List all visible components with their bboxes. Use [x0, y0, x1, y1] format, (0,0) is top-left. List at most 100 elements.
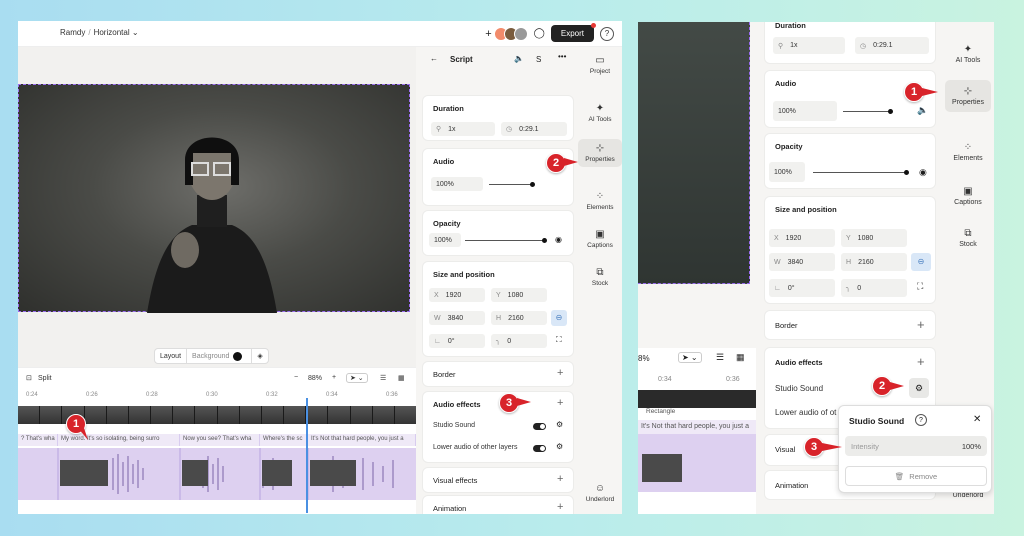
sidebar-item-captions[interactable]: ▣ Captions	[942, 186, 994, 206]
add-border-icon[interactable]: +	[917, 317, 925, 332]
sidebar-item-properties[interactable]: ⊹ Properties	[578, 139, 622, 167]
playhead[interactable]	[306, 398, 308, 513]
x-field[interactable]: X 1920	[429, 288, 485, 302]
back-icon[interactable]: ←	[430, 54, 438, 63]
opacity-slider[interactable]	[465, 238, 547, 243]
x-field[interactable]: X 1920	[769, 229, 835, 247]
opacity-field[interactable]: 100%	[429, 233, 461, 247]
background-color-swatch[interactable]	[233, 351, 243, 361]
studio-sound-toggle[interactable]	[533, 423, 546, 430]
sidebar-item-properties[interactable]: ⊹ Properties	[945, 80, 991, 112]
pointer-tool-icon[interactable]: ➤ ⌄	[678, 352, 702, 363]
layers-icon[interactable]: ◈	[252, 349, 267, 363]
track-view-icon[interactable]: ☰	[716, 352, 724, 363]
layout-button[interactable]: Layout	[155, 349, 188, 363]
fullscreen-icon[interactable]: ⛶	[556, 335, 562, 345]
sidebar-item-underlord[interactable]: Underlord	[942, 492, 994, 499]
help-icon[interactable]: ?	[915, 414, 927, 426]
background-button[interactable]: Background	[187, 349, 253, 363]
width-field[interactable]: W 3840	[429, 311, 485, 325]
add-animation-icon[interactable]: +	[557, 501, 563, 513]
sidebar-item-ai-tools[interactable]: ✦ AI Tools	[942, 44, 994, 64]
animation-card[interactable]: Animation +	[422, 495, 574, 514]
volume-icon[interactable]: 🔈	[514, 54, 524, 63]
video-preview[interactable]	[638, 22, 750, 284]
grid-view-icon[interactable]: ▦	[736, 352, 745, 363]
sidebar-item-project[interactable]: ▭ Project	[578, 55, 622, 75]
studio-sound-settings-icon[interactable]: ⚙	[556, 420, 563, 429]
caption-clip[interactable]: ? That's wha	[18, 434, 58, 446]
sidebar-item-underlord[interactable]: ☺ Underlord	[578, 483, 622, 503]
add-border-icon[interactable]: +	[557, 367, 563, 379]
link-aspect-icon[interactable]: ⊖	[551, 310, 567, 326]
height-field[interactable]: H 2160	[491, 311, 547, 325]
visibility-icon[interactable]: ◉	[919, 167, 927, 178]
video-track[interactable]	[638, 390, 756, 408]
lower-audio-toggle[interactable]	[533, 445, 546, 452]
sidebar-item-elements[interactable]: ⁘ Elements	[942, 142, 994, 162]
caption-clip[interactable]: My word. It's so isolating, being surro	[58, 434, 180, 446]
sidebar-item-stock[interactable]: ⧉ Stock	[578, 267, 622, 287]
sidebar-item-stock[interactable]: ⧉ Stock	[942, 228, 994, 248]
volume-slider[interactable]	[843, 109, 893, 114]
zoom-out-icon[interactable]: −	[294, 374, 298, 381]
volume-slider[interactable]	[489, 182, 535, 187]
caption-clip[interactable]: Now you see? That's wha	[180, 434, 260, 446]
s-button[interactable]: S	[536, 55, 541, 64]
add-audio-effect-icon[interactable]: +	[917, 354, 925, 369]
collaborator-avatars[interactable]	[493, 26, 528, 41]
opacity-slider[interactable]	[813, 170, 909, 175]
caption-clip[interactable]: It's Not that hard people, you just a	[308, 434, 416, 446]
fullscreen-icon[interactable]: ⛶	[917, 281, 923, 292]
video-preview[interactable]	[18, 84, 410, 313]
export-button[interactable]: Export	[550, 23, 596, 42]
zoom-in-icon[interactable]: +	[332, 374, 336, 381]
split-button[interactable]: Split	[38, 375, 52, 382]
pointer-tool-icon[interactable]: ➤ ⌄	[346, 373, 368, 383]
add-collaborator-icon[interactable]: +	[485, 28, 491, 40]
more-icon[interactable]: •••	[558, 52, 566, 61]
rotation-field[interactable]: ∟ 0°	[429, 334, 485, 348]
border-card[interactable]: Border +	[764, 310, 936, 340]
audio-track[interactable]	[638, 434, 756, 492]
rotation-field[interactable]: ∟ 0°	[769, 279, 835, 297]
audio-track[interactable]	[18, 448, 416, 500]
track-view-icon[interactable]: ☰	[380, 374, 386, 382]
link-aspect-icon[interactable]: ⊖	[911, 253, 931, 271]
duration-field[interactable]: ◷ 0:29.1	[501, 122, 567, 136]
speed-field[interactable]: ⚲ 1x	[773, 37, 845, 54]
breadcrumb-project[interactable]: Ramdy	[60, 28, 85, 37]
grid-view-icon[interactable]: ▦	[398, 374, 405, 382]
visibility-icon[interactable]: ◉	[555, 235, 562, 244]
add-audio-effect-icon[interactable]: +	[557, 397, 563, 409]
lower-audio-settings-icon[interactable]: ⚙	[556, 442, 563, 451]
height-field[interactable]: H 2160	[841, 253, 907, 271]
add-visual-effect-icon[interactable]: +	[557, 473, 563, 485]
intensity-slider[interactable]: Intensity 100%	[845, 436, 987, 456]
close-icon[interactable]: ✕	[973, 414, 981, 425]
speed-field[interactable]: ⚲ 1x	[431, 122, 495, 136]
duration-field[interactable]: ◷ 0:29.1	[855, 37, 929, 54]
caption-clip[interactable]: Where's the sc	[260, 434, 308, 446]
corner-radius-field[interactable]: ╮ 0	[491, 334, 547, 348]
volume-icon[interactable]: 🔈	[917, 105, 928, 116]
breadcrumb-format[interactable]: Horizontal ⌄	[94, 28, 139, 37]
volume-field[interactable]: 100%	[431, 177, 483, 191]
sidebar-item-ai-tools[interactable]: ✦ AI Tools	[578, 103, 622, 123]
visual-effects-card[interactable]: Visual effects +	[422, 467, 574, 493]
split-icon[interactable]: ⊡	[26, 374, 32, 382]
help-icon[interactable]: ?	[600, 26, 614, 41]
opacity-field[interactable]: 100%	[769, 162, 805, 182]
remove-button[interactable]: 🗑 Remove	[845, 466, 987, 486]
studio-sound-settings-icon[interactable]: ⚙	[909, 378, 929, 398]
y-field[interactable]: Y 1080	[491, 288, 547, 302]
corner-radius-field[interactable]: ╮ 0	[841, 279, 907, 297]
width-field[interactable]: W 3840	[769, 253, 835, 271]
border-card[interactable]: Border +	[422, 361, 574, 387]
sidebar-item-captions[interactable]: ▣ Captions	[578, 229, 622, 249]
caption-clip[interactable]: It's Not that hard people, you just a	[638, 420, 756, 434]
comment-icon[interactable]: ◯	[534, 28, 545, 39]
y-field[interactable]: Y 1080	[841, 229, 907, 247]
sidebar-item-elements[interactable]: ⁘ Elements	[578, 191, 622, 211]
volume-field[interactable]: 100%	[773, 101, 837, 121]
